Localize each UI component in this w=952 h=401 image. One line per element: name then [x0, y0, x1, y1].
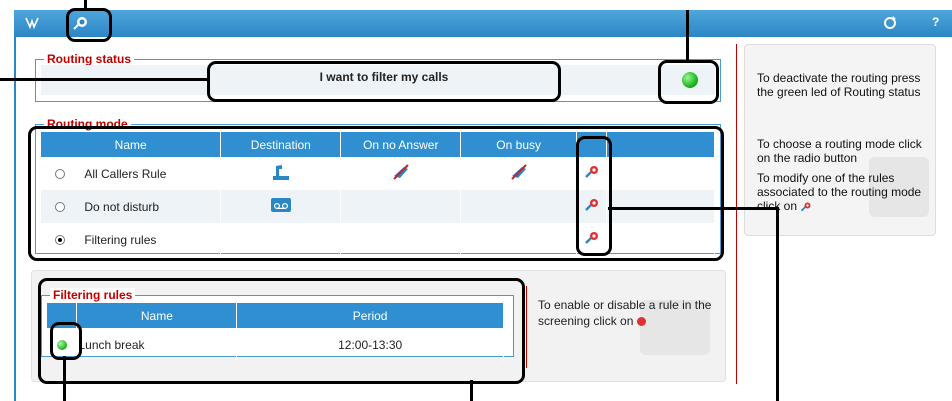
top-toolbar: ? — [14, 10, 952, 37]
callout-edit-icons — [576, 136, 612, 256]
callout-pointer — [0, 78, 208, 81]
callout-pointer — [63, 356, 66, 401]
callout-rule-led — [50, 322, 82, 360]
edit-rule-icon — [801, 202, 811, 212]
callout-pointer — [776, 207, 779, 401]
help-text-modify-label: To modify one of the rules associated to… — [757, 171, 922, 213]
callout-routing-mode — [28, 126, 724, 261]
panel-divider — [736, 44, 737, 384]
filtering-hint-text: To enable or disable a rule in the scree… — [538, 298, 712, 328]
help-text-choose: To choose a routing mode click on the ra… — [757, 137, 922, 165]
refresh-icon[interactable] — [880, 13, 900, 33]
filtering-hint: To enable or disable a rule in the scree… — [538, 297, 718, 329]
callout-routing-led — [658, 60, 719, 104]
red-led-icon — [636, 317, 646, 327]
help-text-deactivate: To deactivate the routing press the gree… — [757, 71, 921, 99]
help-icon[interactable]: ? — [932, 15, 939, 29]
callout-pointer — [84, 0, 87, 9]
callout-pointer — [686, 10, 689, 61]
callout-pointer — [608, 207, 778, 210]
callout-filtering-rules — [38, 278, 525, 384]
filtering-divider — [526, 286, 527, 368]
callout-settings-icon — [66, 8, 112, 42]
left-frame-border — [14, 37, 16, 401]
callout-routing-status-button — [207, 61, 561, 102]
routing-status-legend: Routing status — [44, 52, 134, 66]
callout-pointer — [470, 380, 473, 401]
routing-logo-icon[interactable] — [22, 13, 42, 33]
help-text-modify: To modify one of the rules associated to… — [757, 171, 923, 213]
